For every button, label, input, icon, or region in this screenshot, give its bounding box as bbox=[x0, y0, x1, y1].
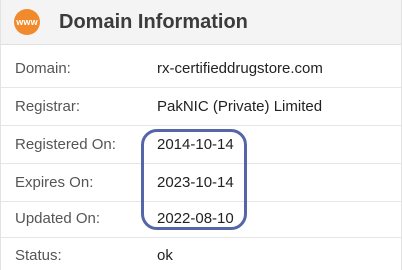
row-label-domain: Domain: bbox=[15, 60, 71, 77]
row-value-expires-on: 2023-10-14 bbox=[157, 174, 234, 191]
www-globe-icon: www bbox=[14, 9, 40, 35]
row-value-status: ok bbox=[157, 247, 173, 264]
info-row-updated-on: Updated On: 2022-08-10 bbox=[1, 200, 401, 238]
panel-title: Domain Information bbox=[59, 11, 248, 33]
row-value-registered-on: 2014-10-14 bbox=[157, 136, 234, 153]
info-row-registrar: Registrar: PakNIC (Private) Limited bbox=[1, 88, 401, 126]
row-label-status: Status: bbox=[15, 247, 62, 264]
row-label-expires-on: Expires On: bbox=[15, 174, 94, 191]
info-row-domain: Domain: rx-certifieddrugstore.com bbox=[1, 50, 401, 88]
info-row-registered-on: Registered On: 2014-10-14 bbox=[1, 126, 401, 164]
info-row-expires-on: Expires On: 2023-10-14 bbox=[1, 164, 401, 202]
row-value-domain: rx-certifieddrugstore.com bbox=[157, 60, 323, 77]
info-row-status: Status: ok bbox=[1, 237, 401, 270]
row-label-registered-on: Registered On: bbox=[15, 136, 116, 153]
www-badge-text: www bbox=[16, 17, 38, 27]
row-value-updated-on: 2022-08-10 bbox=[157, 210, 234, 227]
panel-header: www Domain Information bbox=[1, 0, 401, 45]
domain-information-panel: www Domain Information Domain: rx-certif… bbox=[0, 0, 402, 270]
row-value-registrar: PakNIC (Private) Limited bbox=[157, 98, 323, 115]
row-label-registrar: Registrar: bbox=[15, 98, 81, 115]
row-label-updated-on: Updated On: bbox=[15, 210, 101, 227]
